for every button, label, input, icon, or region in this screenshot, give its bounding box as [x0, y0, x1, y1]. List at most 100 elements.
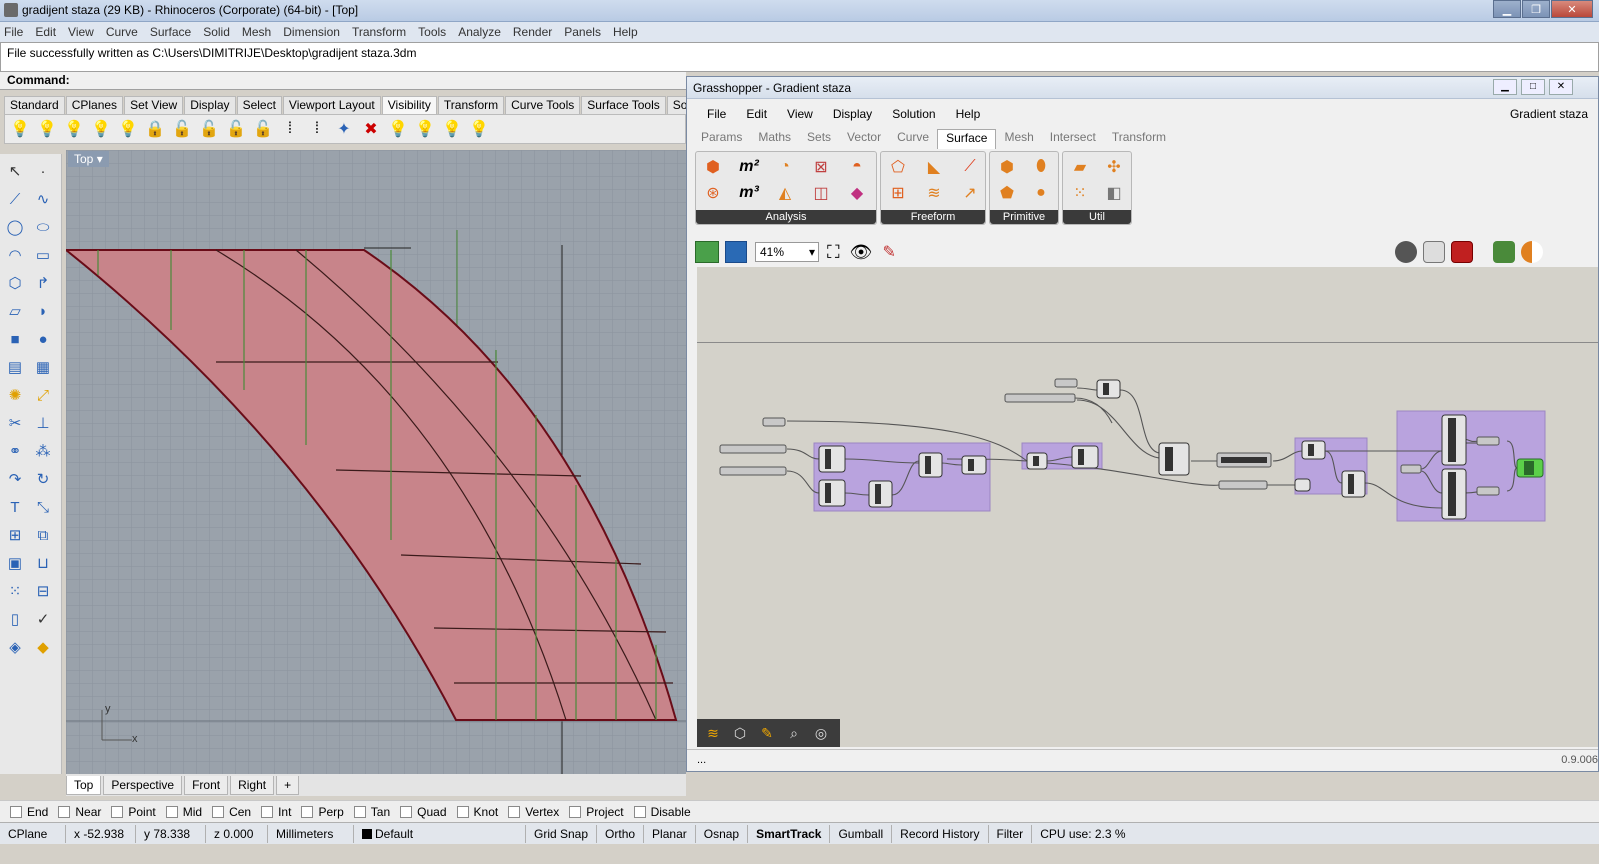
gh-minimize-icon[interactable]: ▁: [1493, 79, 1517, 95]
evaluate-icon[interactable]: ◔: [774, 156, 796, 178]
widget-pen-icon[interactable]: ✎: [755, 722, 779, 744]
mirror-icon[interactable]: ⧉: [32, 524, 54, 546]
status-units[interactable]: Millimeters: [268, 824, 354, 843]
boundary-surface-icon[interactable]: ⬠: [887, 156, 909, 178]
checkbox-icon[interactable]: [400, 805, 413, 818]
checkbox-icon[interactable]: [58, 805, 71, 818]
menu-transform[interactable]: Transform: [352, 25, 406, 39]
command-line[interactable]: Command:: [0, 72, 686, 90]
unlock-icon[interactable]: 🔓: [171, 118, 193, 140]
loft-surface-icon[interactable]: ≋: [923, 182, 945, 204]
checkbox-icon[interactable]: [261, 805, 274, 818]
menu-dimension[interactable]: Dimension: [283, 25, 340, 39]
open-file-icon[interactable]: [695, 241, 719, 263]
hide-lightbulb-icon[interactable]: 💡: [36, 118, 58, 140]
tab-cplanes[interactable]: CPlanes: [65, 96, 124, 114]
osnap-int[interactable]: Int: [261, 805, 291, 819]
surface-closest-icon[interactable]: ⊠: [810, 156, 832, 178]
grasshopper-window[interactable]: Grasshopper - Gradient staza ▁ □ ✕ File …: [686, 76, 1599, 772]
menu-tools[interactable]: Tools: [418, 25, 446, 39]
menu-view[interactable]: View: [68, 25, 94, 39]
gh-menu-help[interactable]: Help: [956, 107, 981, 121]
checkbox-icon[interactable]: [569, 805, 582, 818]
preview-wireframe-icon[interactable]: [1395, 241, 1417, 263]
osnap-toggle[interactable]: Osnap: [696, 824, 749, 843]
primitive-sphere-icon[interactable]: ●: [1030, 182, 1052, 204]
split-icon[interactable]: ⊥: [32, 412, 54, 434]
osnap-near[interactable]: Near: [58, 805, 101, 819]
osnap-perp[interactable]: Perp: [301, 805, 344, 819]
preview-shaded-icon[interactable]: [1423, 241, 1445, 263]
control-points-icon[interactable]: ✦: [333, 118, 355, 140]
add-viewport-tab-icon[interactable]: +: [276, 775, 300, 795]
points-hide-icon[interactable]: ✖: [360, 118, 382, 140]
checkbox-icon[interactable]: [633, 805, 646, 818]
sketch-pen-icon[interactable]: ✎: [882, 242, 895, 262]
menu-solid[interactable]: Solid: [203, 25, 230, 39]
pipe-icon[interactable]: ⟋: [959, 156, 981, 178]
gh-tab-mesh[interactable]: Mesh: [996, 129, 1041, 149]
surface-curvature-icon[interactable]: ◆: [846, 182, 868, 204]
primitive-cylinder-icon[interactable]: ⬮: [1030, 156, 1052, 178]
rectangle-icon[interactable]: ▭: [32, 244, 54, 266]
preview-eye-icon[interactable]: 👁: [850, 242, 873, 263]
tab-surface-tools[interactable]: Surface Tools: [581, 96, 666, 114]
menu-edit[interactable]: Edit: [35, 25, 56, 39]
array-icon[interactable]: ⊞: [4, 524, 26, 546]
tab-set-view[interactable]: Set View: [124, 96, 184, 114]
top-viewport[interactable]: y x: [66, 150, 686, 774]
group-icon[interactable]: ▣: [4, 552, 26, 574]
tab-curve-tools[interactable]: Curve Tools: [505, 96, 581, 114]
gh-tab-surface[interactable]: Surface: [937, 129, 997, 149]
cylinder-icon[interactable]: ▤: [4, 356, 26, 378]
preview-color-icon[interactable]: [1521, 241, 1543, 263]
gear-icon[interactable]: ✺: [4, 384, 26, 406]
lock-icon[interactable]: 🔒: [144, 118, 166, 140]
box-icon[interactable]: ■: [4, 328, 26, 350]
check-icon[interactable]: ✓: [32, 608, 54, 630]
points-on-icon[interactable]: ⁞: [279, 118, 301, 140]
gh-menu-file[interactable]: File: [707, 107, 726, 121]
light-on-icon[interactable]: 💡: [387, 118, 409, 140]
gumball-icon[interactable]: ⤢: [32, 384, 54, 406]
osnap-vertex[interactable]: Vertex: [508, 805, 559, 819]
gh-maximize-icon[interactable]: □: [1521, 79, 1545, 95]
arc-icon[interactable]: ◠: [4, 244, 26, 266]
dimensions-icon[interactable]: ◓: [846, 156, 868, 178]
mesh-icon[interactable]: ▦: [32, 356, 54, 378]
tab-display[interactable]: Display: [184, 96, 236, 114]
gumball-toggle[interactable]: Gumball: [830, 824, 893, 843]
scale-icon[interactable]: ⤡: [32, 496, 54, 518]
gh-tab-sets[interactable]: Sets: [799, 129, 839, 149]
box-properties-icon[interactable]: ⬢: [702, 156, 724, 178]
grid-snap-toggle[interactable]: Grid Snap: [526, 824, 598, 843]
checkbox-icon[interactable]: [10, 805, 22, 818]
preview-selected-icon[interactable]: [1451, 241, 1473, 263]
sweep-icon[interactable]: ↗: [959, 182, 981, 204]
light-off-icon[interactable]: 💡: [414, 118, 436, 140]
gh-close-icon[interactable]: ✕: [1549, 79, 1573, 95]
bake-icon[interactable]: [1493, 241, 1515, 263]
gh-menu-view[interactable]: View: [787, 107, 813, 121]
move-icon[interactable]: ↷: [4, 468, 26, 490]
gh-tab-curve[interactable]: Curve: [889, 129, 937, 149]
menu-render[interactable]: Render: [513, 25, 552, 39]
zoom-extents-icon[interactable]: ⛶: [827, 242, 840, 263]
osnap-knot[interactable]: Knot: [456, 805, 498, 819]
surface-from-points-icon[interactable]: ⊞: [887, 182, 909, 204]
show-selected-icon[interactable]: 💡: [63, 118, 85, 140]
grasshopper-canvas[interactable]: [697, 342, 1598, 747]
render-icon[interactable]: ◈: [4, 636, 26, 658]
checkbox-icon[interactable]: [508, 805, 521, 818]
gh-tab-transform[interactable]: Transform: [1104, 129, 1174, 149]
viewport-tab-front[interactable]: Front: [184, 775, 229, 795]
light-hide-icon[interactable]: 💡: [468, 118, 490, 140]
minimize-icon[interactable]: ▁: [1493, 0, 1521, 18]
restore-icon[interactable]: ❐: [1522, 0, 1550, 18]
swap-hidden-icon[interactable]: 💡: [90, 118, 112, 140]
join-icon[interactable]: ⚭: [4, 440, 26, 462]
fillet-icon[interactable]: ↱: [32, 272, 54, 294]
osnap-quad[interactable]: Quad: [400, 805, 447, 819]
viewport-tab-top[interactable]: Top: [66, 775, 102, 795]
sphere-icon[interactable]: ●: [32, 328, 54, 350]
